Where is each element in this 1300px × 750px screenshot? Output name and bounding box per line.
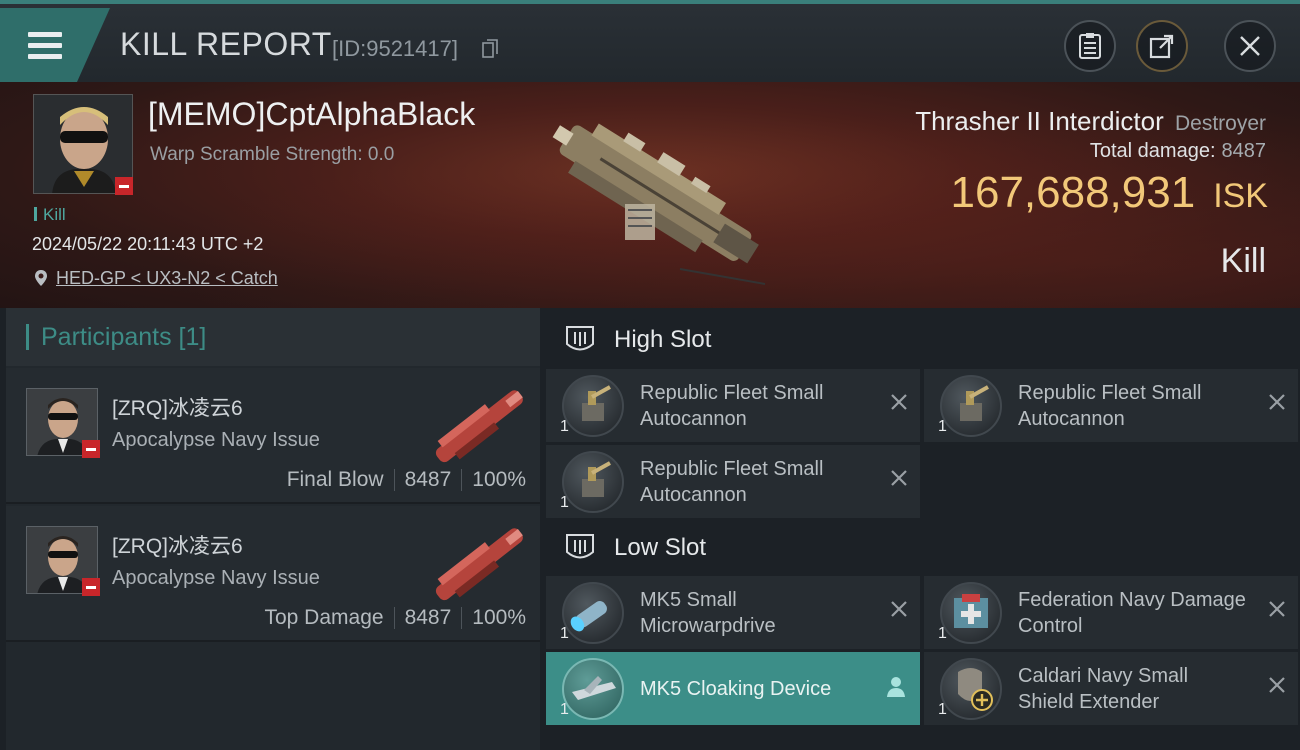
kill-tag: Kill (34, 205, 66, 225)
item-name: MK5 Cloaking Device (640, 677, 832, 700)
participant-ship: Apocalypse Navy Issue (112, 429, 320, 451)
remove-icon[interactable] (890, 469, 908, 487)
item-name: Republic Fleet Small Autocannon (640, 381, 824, 430)
participant-damage: 8487 (404, 606, 452, 629)
remove-icon[interactable] (1268, 393, 1286, 411)
item-quantity: 1 (938, 625, 947, 642)
scramble-strength: Warp Scramble Strength: 0.0 (150, 144, 395, 165)
slot-icon (566, 534, 594, 559)
weapon-image (435, 390, 523, 463)
total-damage: Total damage: 8487 (1090, 140, 1266, 163)
module-item[interactable]: 1 Republic Fleet Small Autocannon (546, 369, 920, 442)
menu-button[interactable] (0, 8, 110, 82)
remove-icon[interactable] (1268, 676, 1286, 694)
microwarpdrive-icon (562, 581, 624, 644)
fitting-panel: High Slot 1 Republic Fleet Small Autocan… (542, 308, 1300, 750)
item-quantity: 1 (560, 625, 569, 642)
autocannon-icon (562, 450, 624, 513)
victim-banner: [MEMO]CptAlphaBlack Warp Scramble Streng… (0, 82, 1300, 308)
item-quantity: 1 (560, 418, 569, 435)
stats-divider (461, 607, 463, 629)
stats-divider (393, 469, 395, 491)
autocannon-icon (940, 374, 1002, 437)
item-name: Republic Fleet Small Autocannon (640, 457, 824, 506)
low-slot-title: Low Slot (614, 534, 707, 561)
participant-stats: Final Blow 8487 100% (287, 468, 526, 492)
stats-divider (461, 469, 463, 491)
close-button[interactable] (1224, 20, 1276, 72)
item-quantity: 1 (938, 418, 947, 435)
cloaking-device-icon (562, 657, 624, 720)
item-quantity: 1 (938, 701, 947, 718)
status-badge (82, 578, 100, 596)
participant-role: Final Blow (286, 468, 384, 491)
module-item[interactable]: 1 Republic Fleet Small Autocannon (546, 445, 920, 518)
item-quantity: 1 (560, 494, 569, 511)
participants-header[interactable]: Participants [1] (6, 308, 540, 366)
share-button[interactable] (1136, 20, 1188, 72)
remove-icon[interactable] (890, 393, 908, 411)
participant-ship: Apocalypse Navy Issue (112, 567, 320, 589)
participant-stats: Top Damage 8487 100% (264, 606, 526, 630)
shield-extender-icon (940, 657, 1002, 720)
kill-result: Kill (1220, 242, 1266, 280)
total-damage-value: 8487 (1221, 140, 1267, 162)
participant-name: [ZRQ]冰凌云6 (112, 397, 243, 420)
close-icon (1240, 36, 1260, 56)
ship-name[interactable]: Thrasher II Interdictor Destroyer (915, 106, 1266, 137)
location-pin-icon (35, 270, 47, 286)
participant-percent: 100% (472, 606, 526, 629)
page-title: KILL REPORT (120, 26, 332, 62)
victim-name[interactable]: [MEMO]CptAlphaBlack (148, 96, 475, 133)
weapon-image (435, 528, 523, 601)
module-item[interactable]: 1 Federation Navy Damage Control (924, 576, 1298, 649)
ship-class: Destroyer (1174, 112, 1266, 135)
report-id: [ID:9521417] (332, 36, 458, 61)
isk-unit: ISK (1213, 177, 1268, 215)
top-bar: KILL REPORT [ID:9521417] (0, 0, 1300, 82)
ship-image[interactable] (530, 94, 780, 294)
participant-damage: 8487 (404, 468, 452, 491)
menu-icon (28, 26, 62, 65)
clipboard-button[interactable] (1064, 20, 1116, 72)
item-name: Republic Fleet Small Autocannon (1018, 381, 1202, 430)
participants-panel: Participants [1] [ZRQ]冰凌云6 Apocalypse Na… (6, 308, 540, 750)
high-slot-title: High Slot (614, 326, 712, 353)
high-slot-header: High Slot (542, 310, 1300, 370)
autocannon-icon (562, 374, 624, 437)
module-item-selected[interactable]: 1 MK5 Cloaking Device (546, 652, 920, 725)
item-name: Caldari Navy Small Shield Extender (1018, 664, 1189, 713)
remove-icon[interactable] (1268, 600, 1286, 618)
item-name: Federation Navy Damage Control (1018, 588, 1246, 637)
module-item[interactable]: 1 Republic Fleet Small Autocannon (924, 369, 1298, 442)
location-link[interactable]: HED-GP < UX3-N2 < Catch (34, 268, 278, 289)
participant-row[interactable]: [ZRQ]冰凌云6 Apocalypse Navy Issue Top Dama… (6, 506, 540, 642)
low-slot-header: Low Slot (542, 518, 1300, 578)
isk-value: 167,688,931 ISK (951, 168, 1269, 218)
module-item[interactable]: 1 Caldari Navy Small Shield Extender (924, 652, 1298, 725)
share-icon (1149, 34, 1174, 59)
kill-datetime: 2024/05/22 20:11:43 UTC +2 (32, 234, 264, 254)
remove-icon[interactable] (890, 600, 908, 618)
status-badge (115, 177, 133, 195)
item-name: MK5 Small Microwarpdrive (640, 588, 776, 637)
slot-icon (566, 326, 594, 351)
module-item[interactable]: 1 MK5 Small Microwarpdrive (546, 576, 920, 649)
status-badge (82, 440, 100, 458)
person-icon[interactable] (886, 676, 906, 698)
location-text: HED-GP < UX3-N2 < Catch (56, 268, 278, 288)
copy-icon[interactable] (482, 39, 498, 59)
stats-divider (393, 607, 395, 629)
participant-row[interactable]: [ZRQ]冰凌云6 Apocalypse Navy Issue Final Bl… (6, 368, 540, 504)
damage-control-icon (940, 581, 1002, 644)
isk-amount: 167,688,931 (950, 168, 1196, 217)
item-quantity: 1 (560, 701, 569, 718)
clipboard-icon (1079, 33, 1101, 59)
participant-name: [ZRQ]冰凌云6 (112, 535, 243, 558)
participant-role: Top Damage (264, 606, 384, 629)
total-damage-label: Total damage: (1089, 140, 1216, 162)
ship-name-text: Thrasher II Interdictor (915, 106, 1164, 136)
participant-percent: 100% (472, 468, 526, 491)
